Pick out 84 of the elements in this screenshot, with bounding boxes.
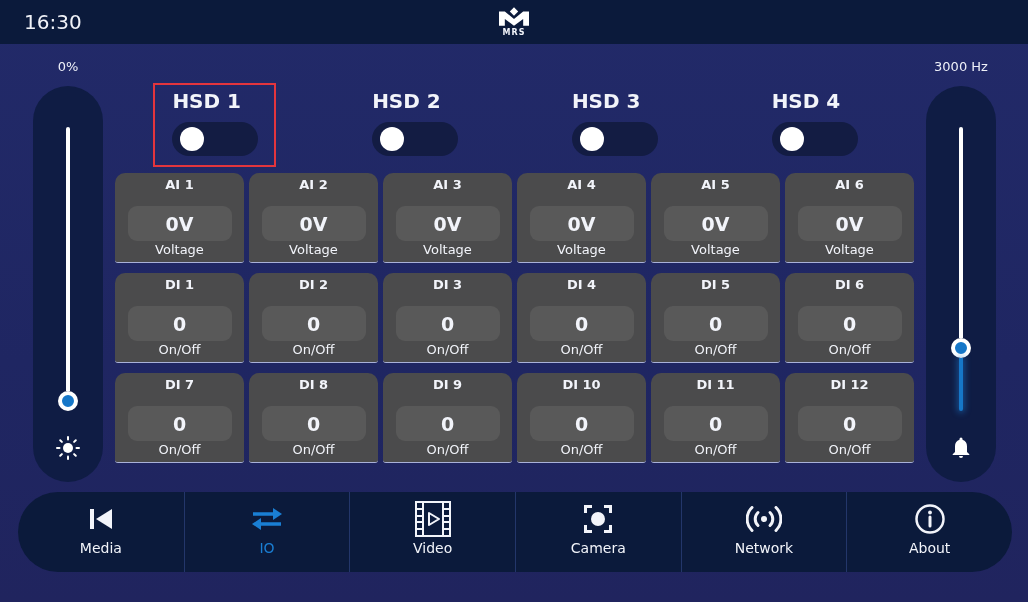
input-label: DI 10 (562, 377, 601, 393)
output-label: HSD 4 (771, 89, 841, 113)
input-label: DI 4 (566, 277, 597, 293)
slider-thumb[interactable] (951, 338, 971, 359)
input-caption: On/Off (158, 342, 201, 358)
toggle-switch[interactable] (771, 122, 858, 156)
slider-track[interactable] (959, 127, 963, 339)
sun-icon (56, 436, 80, 460)
input-label: DI 6 (834, 277, 865, 293)
input-caption: On/Off (292, 442, 335, 458)
input-label: DI 5 (700, 277, 731, 293)
value-display: 0 (663, 306, 768, 341)
value-display: 0 (797, 306, 902, 341)
value-display: 0 (663, 406, 768, 441)
output-label: HSD 3 (571, 89, 641, 113)
value-display: 0V (395, 206, 500, 241)
value-display: 0V (529, 206, 634, 241)
input-label: DI 9 (432, 377, 463, 393)
output-label: HSD 1 (172, 89, 241, 113)
logo-icon (499, 7, 529, 26)
input-label: AI 1 (165, 177, 194, 193)
toggle-switch[interactable] (571, 122, 658, 156)
input-label: DI 3 (432, 277, 463, 293)
radio-waves-icon (746, 506, 782, 532)
value-display: 0 (127, 406, 232, 441)
film-play-icon (414, 501, 451, 537)
input-caption: On/Off (426, 342, 469, 358)
input-caption: On/Off (560, 442, 603, 458)
value-display: 0V (663, 206, 768, 241)
value-display: 0 (797, 406, 902, 441)
input-caption: On/Off (560, 342, 603, 358)
input-label: AI 4 (567, 177, 596, 193)
swap-arrows-icon (252, 507, 282, 531)
input-label: AI 5 (701, 177, 730, 193)
input-label: AI 2 (299, 177, 328, 193)
input-label: AI 3 (433, 177, 462, 193)
input-label: DI 11 (696, 377, 735, 393)
input-caption: On/Off (292, 342, 335, 358)
input-caption: On/Off (426, 442, 469, 458)
input-caption: Voltage (691, 242, 740, 258)
slider-reading: 3000 Hz (934, 58, 988, 76)
logo-text: MRS (502, 28, 526, 38)
nav-tab[interactable]: About (846, 492, 1012, 572)
nav-tab[interactable]: Network (680, 492, 847, 572)
value-display: 0 (261, 306, 366, 341)
output-label: HSD 2 (372, 89, 441, 113)
info-icon (914, 504, 945, 534)
input-label: DI 7 (164, 377, 195, 393)
input-caption: Voltage (289, 242, 338, 258)
focus-frame-icon (584, 505, 613, 533)
nav-tab[interactable]: Camera (515, 492, 681, 572)
input-caption: On/Off (158, 442, 201, 458)
nav-tab[interactable]: Video (349, 492, 515, 572)
toggle-switch[interactable] (372, 122, 459, 156)
toggle-switch[interactable] (172, 122, 259, 156)
input-label: DI 12 (830, 377, 869, 393)
nav-tab[interactable]: IO (183, 492, 350, 572)
input-label: DI 1 (164, 277, 195, 293)
value-display: 0 (395, 306, 500, 341)
value-display: 0 (395, 406, 500, 441)
input-caption: Voltage (155, 242, 204, 258)
input-caption: On/Off (694, 342, 737, 358)
nav-tab[interactable]: Media (18, 492, 184, 572)
input-caption: On/Off (828, 442, 871, 458)
input-caption: On/Off (694, 442, 737, 458)
input-caption: On/Off (828, 342, 871, 358)
skip-back-icon (89, 509, 112, 529)
input-label: DI 2 (298, 277, 329, 293)
slider-reading: 0% (57, 58, 79, 76)
value-display: 0 (127, 306, 232, 341)
value-display: 0 (261, 406, 366, 441)
input-caption: Voltage (423, 242, 472, 258)
input-label: DI 8 (298, 377, 329, 393)
input-caption: Voltage (825, 242, 874, 258)
value-display: 0V (261, 206, 366, 241)
value-display: 0V (127, 206, 232, 241)
clock-time: 16:30 (24, 10, 82, 34)
value-display: 0 (529, 406, 634, 441)
slider-track[interactable] (66, 127, 70, 391)
value-display: 0 (529, 306, 634, 341)
input-label: AI 6 (835, 177, 864, 193)
input-caption: Voltage (557, 242, 606, 258)
slider-thumb[interactable] (58, 391, 78, 411)
value-display: 0V (797, 206, 902, 241)
